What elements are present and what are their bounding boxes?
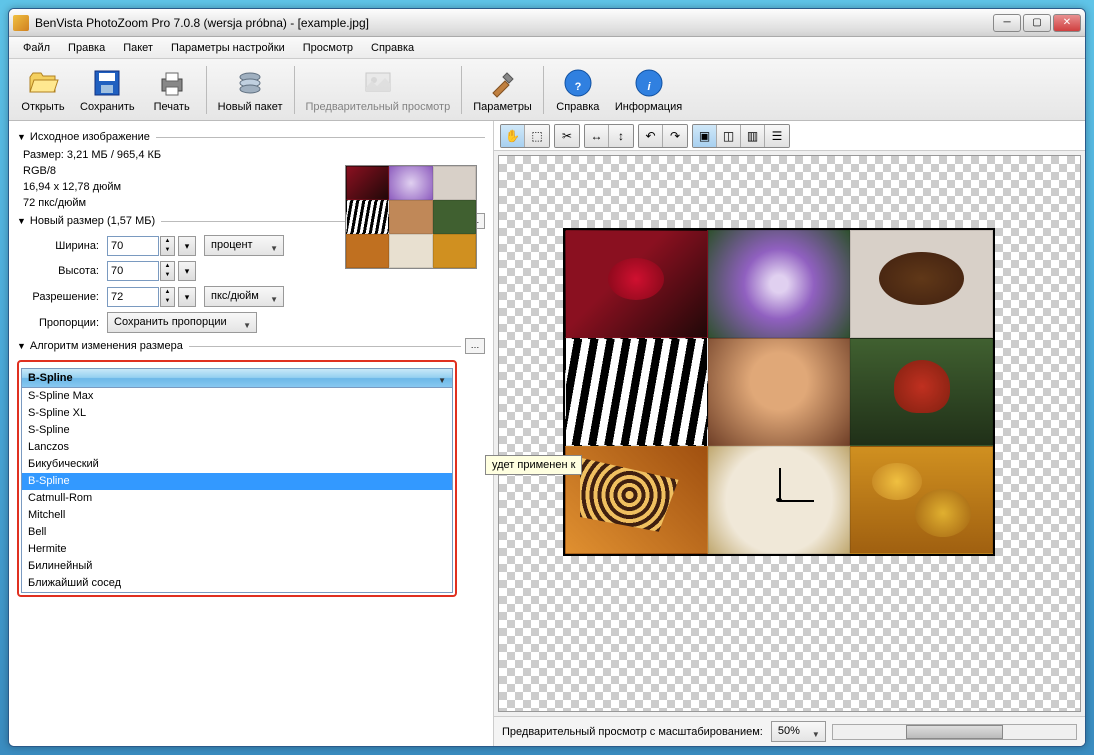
layout-4[interactable]: ☰ xyxy=(765,125,789,147)
print-button[interactable]: Печать xyxy=(142,62,202,118)
params-button[interactable]: Параметры xyxy=(466,62,539,118)
algo-option[interactable]: Catmull-Rom xyxy=(22,490,452,507)
collapse-icon: ▼ xyxy=(17,132,26,142)
algo-option[interactable]: Mitchell xyxy=(22,507,452,524)
open-button[interactable]: Открыть xyxy=(13,62,73,118)
prop-label: Пропорции: xyxy=(17,317,107,329)
zoom-label: Предварительный просмотр с масштабирован… xyxy=(502,726,763,738)
algo-highlight: B-Spline S-Spline Max S-Spline XL S-Spli… xyxy=(17,360,457,597)
crop-tool[interactable]: ✂ xyxy=(555,125,579,147)
source-header[interactable]: ▼Исходное изображение xyxy=(17,131,485,143)
tooltip: удет применен к xyxy=(485,455,582,475)
layout-2[interactable]: ◫ xyxy=(717,125,741,147)
width-label: Ширина: xyxy=(17,240,107,252)
menu-batch[interactable]: Пакет xyxy=(115,40,161,56)
res-input[interactable] xyxy=(107,287,159,307)
resunit-combo[interactable]: пкс/дюйм xyxy=(204,286,284,307)
algo-option[interactable]: S-Spline XL xyxy=(22,405,452,422)
toolbar: Открыть Сохранить Печать Новый пакет Пре… xyxy=(9,59,1085,121)
rotate-cw-tool[interactable]: ↷ xyxy=(663,125,687,147)
width-spinner[interactable]: ▲▼ xyxy=(160,236,175,256)
source-size: Размер: 3,21 МБ / 965,4 КБ xyxy=(23,149,485,161)
menu-settings[interactable]: Параметры настройки xyxy=(163,40,293,56)
menu-help[interactable]: Справка xyxy=(363,40,422,56)
algo-dropdown: S-Spline Max S-Spline XL S-Spline Lanczo… xyxy=(21,388,453,593)
res-spinner[interactable]: ▲▼ xyxy=(160,287,175,307)
width-step[interactable]: ▾ xyxy=(178,236,196,256)
info-button[interactable]: iИнформация xyxy=(608,62,689,118)
algo-option[interactable]: Lanczos xyxy=(22,439,452,456)
menu-view[interactable]: Просмотр xyxy=(295,40,361,56)
batch-icon xyxy=(234,67,266,99)
layout-3[interactable]: ▥ xyxy=(741,125,765,147)
maximize-button[interactable]: ▢ xyxy=(1023,14,1051,32)
help-button[interactable]: ?Справка xyxy=(548,62,608,118)
bottom-bar: Предварительный просмотр с масштабирован… xyxy=(494,716,1085,746)
window-title: BenVista PhotoZoom Pro 7.0.8 (wersja pró… xyxy=(35,16,993,30)
h-scrollbar[interactable] xyxy=(832,724,1077,740)
info-icon: i xyxy=(633,67,665,99)
tools-icon xyxy=(487,67,519,99)
folder-open-icon xyxy=(27,67,59,99)
layout-1[interactable]: ▣ xyxy=(693,125,717,147)
preview-canvas[interactable] xyxy=(498,155,1081,712)
height-spinner[interactable]: ▲▼ xyxy=(160,261,175,281)
algo-option[interactable]: S-Spline xyxy=(22,422,452,439)
collapse-icon: ▼ xyxy=(17,341,26,351)
flip-h-tool[interactable]: ↔ xyxy=(585,125,609,147)
preview-icon xyxy=(362,67,394,99)
preview-button[interactable]: Предварительный просмотр xyxy=(299,62,458,118)
width-input[interactable] xyxy=(107,236,159,256)
algo-combo[interactable]: B-Spline xyxy=(21,368,453,388)
zoom-combo[interactable]: 50% xyxy=(771,721,826,742)
algo-option[interactable]: Билинейный xyxy=(22,558,452,575)
rotate-ccw-tool[interactable]: ↶ xyxy=(639,125,663,147)
floppy-icon xyxy=(91,67,123,99)
menu-edit[interactable]: Правка xyxy=(60,40,113,56)
algo-option[interactable]: S-Spline Max xyxy=(22,388,452,405)
app-icon xyxy=(13,15,29,31)
close-button[interactable]: ✕ xyxy=(1053,14,1081,32)
collapse-icon: ▼ xyxy=(17,216,26,226)
preview-image xyxy=(563,228,995,556)
algo-option-selected[interactable]: B-Spline xyxy=(22,473,452,490)
newbatch-button[interactable]: Новый пакет xyxy=(211,62,290,118)
res-step[interactable]: ▾ xyxy=(178,287,196,307)
titlebar: BenVista PhotoZoom Pro 7.0.8 (wersja pró… xyxy=(9,9,1085,37)
save-button[interactable]: Сохранить xyxy=(73,62,142,118)
algo-option[interactable]: Bell xyxy=(22,524,452,541)
prop-combo[interactable]: Сохранить пропорции xyxy=(107,312,257,333)
unit-combo[interactable]: процент xyxy=(204,235,284,256)
options-button[interactable]: … xyxy=(465,338,485,354)
help-icon: ? xyxy=(562,67,594,99)
algo-option[interactable]: Hermite xyxy=(22,541,452,558)
source-thumbnail xyxy=(345,165,477,269)
right-panel: ✋⬚ ✂ ↔↕ ↶↷ ▣◫▥☰ xyxy=(494,121,1085,746)
algo-header[interactable]: ▼Алгоритм изменения размера… xyxy=(17,338,485,354)
minimize-button[interactable]: ─ xyxy=(993,14,1021,32)
menubar: Файл Правка Пакет Параметры настройки Пр… xyxy=(9,37,1085,59)
height-label: Высота: xyxy=(17,265,107,277)
svg-text:?: ? xyxy=(574,81,581,93)
flip-v-tool[interactable]: ↕ xyxy=(609,125,633,147)
algo-option[interactable]: Бикубический xyxy=(22,456,452,473)
hand-tool[interactable]: ✋ xyxy=(501,125,525,147)
height-step[interactable]: ▾ xyxy=(178,261,196,281)
height-input[interactable] xyxy=(107,261,159,281)
algo-option[interactable]: Ближайший сосед xyxy=(22,575,452,592)
view-toolbar: ✋⬚ ✂ ↔↕ ↶↷ ▣◫▥☰ xyxy=(494,121,1085,151)
res-label: Разрешение: xyxy=(17,291,107,303)
printer-icon xyxy=(156,67,188,99)
select-tool[interactable]: ⬚ xyxy=(525,125,549,147)
app-window: BenVista PhotoZoom Pro 7.0.8 (wersja pró… xyxy=(8,8,1086,747)
menu-file[interactable]: Файл xyxy=(15,40,58,56)
